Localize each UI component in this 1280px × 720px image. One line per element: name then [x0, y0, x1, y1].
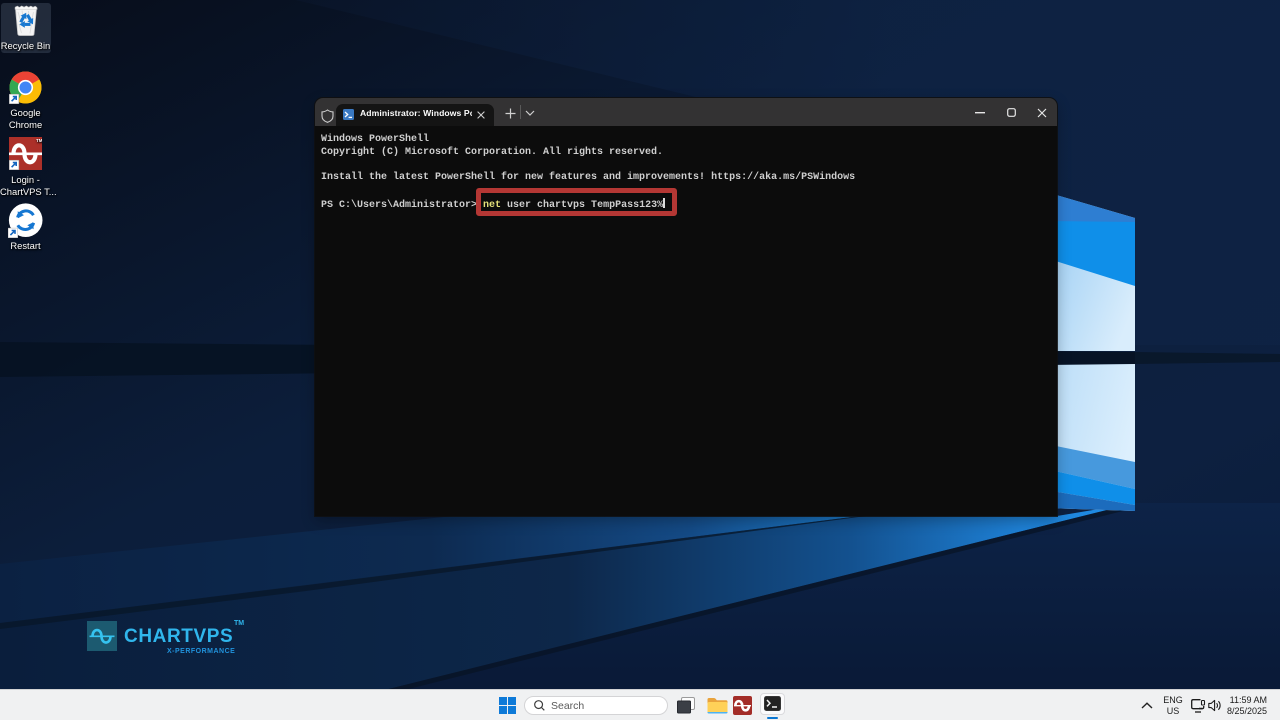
svg-text:TM: TM	[36, 138, 42, 143]
